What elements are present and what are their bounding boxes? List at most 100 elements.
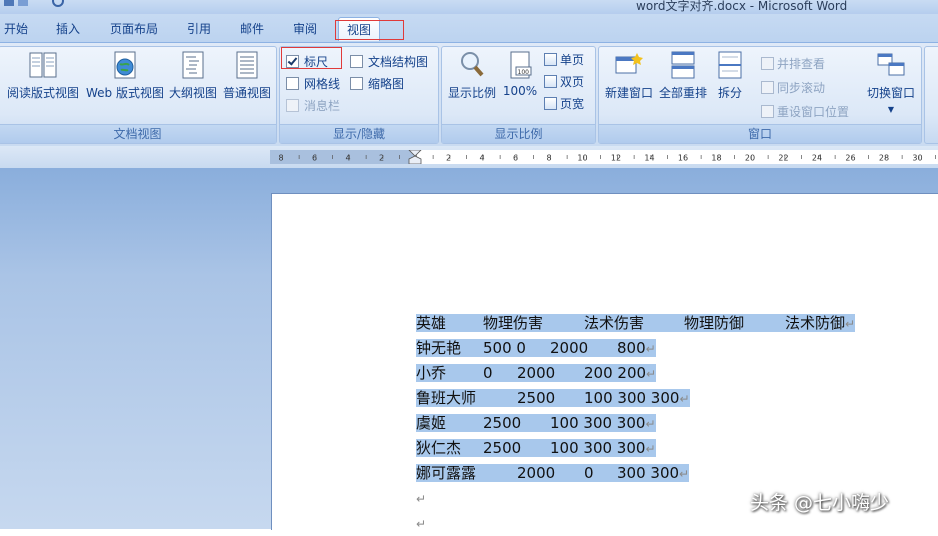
tab-review[interactable]: 审阅 (293, 20, 317, 37)
row-cell: 500 0 (483, 339, 526, 357)
group-label-window: 窗口 (599, 124, 921, 143)
ruler-label: 6 (513, 154, 518, 163)
paragraph-mark-icon: ↵ (645, 342, 656, 356)
tab-home[interactable]: 开始 (4, 20, 28, 37)
row-cell: 0 (584, 464, 594, 482)
web-layout-button[interactable]: Web 版式视图 (85, 49, 165, 101)
checkbox-icon (350, 55, 363, 68)
horizontal-ruler[interactable]: 8 6 4 2 2 4 6 8 10 12 14 16 18 20 22 24 26 28 30 (270, 150, 938, 164)
group-document-views: 阅读版式视图 Web 版式视图 大纲视图 普通视图 文档视图 (0, 46, 277, 144)
document-workspace: 英雄 物理伤害 法术伤害 物理防御 法术防御↵ 钟无艳 500 0 2000 800↵ 小乔 0… (0, 168, 938, 531)
paragraph-mark-icon: ↵ (679, 467, 690, 481)
tab-references[interactable]: 引用 (187, 20, 211, 37)
document-page[interactable]: 英雄 物理伤害 法术伤害 物理防御 法术防御↵ 钟无艳 500 0 2000 800↵ 小乔 0… (271, 193, 938, 531)
ruler-label: 10 (577, 154, 587, 163)
row-cell: 钟无艳 (416, 339, 462, 357)
watermark-text: 头条 @七小嗨少 (750, 492, 890, 514)
ruler-label: 12 (611, 154, 621, 163)
paragraph-mark-icon: ↵ (679, 392, 690, 406)
row-cell: 狄仁杰 (416, 439, 462, 457)
table-row[interactable]: 英雄 物理伤害 法术伤害 物理防御 法术防御↵ (416, 311, 856, 335)
checkbox-gridlines[interactable]: 网格线 (286, 75, 340, 92)
ruler-label: 4 (345, 154, 350, 163)
group-label-show-hide: 显示/隐藏 (280, 124, 438, 143)
ruler-label: 2 (379, 154, 384, 163)
table-row[interactable]: 虞姬 2500 100 300 300↵ (416, 411, 656, 435)
row-cell: 法术伤害 (584, 314, 645, 332)
checkbox-document-map[interactable]: 文档结构图 (350, 53, 428, 70)
ruler-label: 14 (644, 154, 654, 163)
row-cell: 虞姬 (416, 414, 447, 432)
zoom-100-button[interactable]: 100 100% (500, 49, 540, 98)
checkbox-thumbnails[interactable]: 缩略图 (350, 75, 404, 92)
arrange-all-icon (671, 51, 695, 79)
highlight-box-ruler (281, 47, 342, 69)
ruler-label: 4 (479, 154, 484, 163)
one-page-icon (544, 53, 557, 66)
row-cell: 2500 (483, 414, 522, 432)
paragraph-mark-icon: ↵ (845, 317, 856, 331)
paragraph-mark-icon: ↵ (645, 417, 656, 431)
split-button[interactable]: 拆分 (711, 49, 749, 101)
one-page-button[interactable]: 单页 (544, 51, 584, 68)
paragraph-mark-icon: ↵ (645, 442, 656, 456)
draft-view-icon (236, 51, 258, 79)
checkbox-icon (286, 99, 299, 112)
tab-mailings[interactable]: 邮件 (240, 20, 264, 37)
row-cell: 100 300 300 (550, 439, 646, 457)
outline-view-button[interactable]: 大纲视图 (167, 49, 219, 101)
two-pages-button[interactable]: 双页 (544, 73, 584, 90)
row-cell: 800 (617, 339, 646, 357)
ruler-label: 28 (879, 154, 889, 163)
row-cell: 法术防御 (785, 314, 846, 332)
row-cell: 2000 (550, 339, 589, 357)
empty-paragraph[interactable]: ↵ (416, 511, 426, 535)
table-row[interactable]: 狄仁杰 2500 100 300 300↵ (416, 436, 656, 460)
checkbox-message-bar: 消息栏 (286, 97, 340, 114)
view-side-by-side-button: 并排查看 (761, 55, 825, 72)
empty-paragraph[interactable]: ↵ (416, 486, 426, 510)
table-row[interactable]: 钟无艳 500 0 2000 800↵ (416, 336, 656, 360)
quick-access-toolbar[interactable] (0, 0, 70, 9)
new-window-button[interactable]: 新建窗口 (603, 49, 655, 101)
ruler-label: 30 (912, 154, 922, 163)
draft-view-button[interactable]: 普通视图 (221, 49, 273, 101)
synchronous-scrolling-button: 同步滚动 (761, 79, 825, 96)
group-macros-partial (924, 46, 938, 144)
switch-windows-button[interactable]: 切换窗口 ▼ (863, 49, 919, 115)
row-cell: 100 300 300 (550, 414, 646, 432)
ribbon: 阅读版式视图 Web 版式视图 大纲视图 普通视图 文档视图 标尺 文档结构图 … (0, 42, 938, 147)
ribbon-tab-bar: 开始 插入 页面布局 引用 邮件 审阅 视图 (0, 14, 938, 42)
switch-windows-icon (877, 53, 905, 76)
row-cell: 2500 (483, 439, 522, 457)
reading-layout-button[interactable]: 阅读版式视图 (7, 49, 79, 101)
paragraph-mark-icon: ↵ (646, 367, 657, 381)
tab-insert[interactable]: 插入 (56, 20, 80, 37)
row-cell: 100 300 300 (584, 389, 680, 407)
ruler-label: 22 (778, 154, 788, 163)
outline-view-icon (182, 51, 204, 79)
row-cell: 200 200 (584, 364, 647, 382)
side-by-side-icon (761, 57, 774, 70)
horizontal-ruler-bar: 8 6 4 2 2 4 6 8 10 12 14 16 18 20 22 24 26 28 30 (0, 146, 938, 168)
page-100-icon: 100 (510, 51, 532, 79)
window-title: word文字对齐.docx - Microsoft Word (636, 0, 848, 13)
svg-text:100: 100 (518, 69, 530, 76)
zoom-button[interactable]: 显示比例 (446, 49, 498, 101)
table-row[interactable]: 娜可露露 2000 0 300 300↵ (416, 461, 690, 485)
dropdown-arrow-icon: ▼ (887, 105, 895, 114)
paragraph-mark-icon: ↵ (416, 492, 427, 506)
arrange-all-button[interactable]: 全部重排 (657, 49, 709, 101)
group-label-zoom: 显示比例 (442, 124, 595, 143)
tab-page-layout[interactable]: 页面布局 (110, 20, 158, 37)
ruler-label: 8 (278, 154, 283, 163)
magnifier-icon (461, 52, 484, 77)
row-cell: 小乔 (416, 364, 447, 382)
ruler-label: 8 (546, 154, 551, 163)
table-row[interactable]: 鲁班大师 2500 100 300 300↵ (416, 386, 690, 410)
row-cell: 娜可露露 (416, 464, 477, 482)
page-width-button[interactable]: 页宽 (544, 95, 584, 112)
reading-layout-icon (29, 52, 57, 78)
table-row[interactable]: 小乔 0 2000 200 200↵ (416, 361, 657, 385)
ruler-text-area (415, 150, 938, 164)
